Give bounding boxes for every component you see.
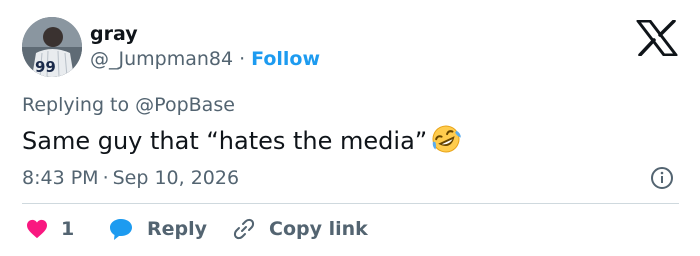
reply-context: Replying to @PopBase <box>22 93 235 117</box>
avatar-jersey-number: 99 <box>35 58 56 76</box>
info-icon[interactable] <box>650 166 674 190</box>
tweet-card: 99 gray @_Jumpman84 · Follow Replying to @… <box>0 0 700 256</box>
replying-to-label: Replying to <box>22 94 130 116</box>
rolling-on-floor-laughing-icon <box>429 124 463 162</box>
timestamp[interactable]: 8:43 PM · Sep 10, 2026 <box>22 166 239 190</box>
x-logo-icon[interactable] <box>636 20 678 56</box>
tweet-time: 8:43 PM <box>22 167 99 189</box>
avatar-image: 99 <box>22 17 82 77</box>
heart-icon <box>27 219 47 239</box>
follow-button[interactable]: Follow <box>251 48 320 70</box>
link-icon <box>233 218 255 240</box>
display-name[interactable]: gray <box>90 22 138 46</box>
tweet-text: Same guy that “hates the media” <box>22 124 463 162</box>
divider <box>22 203 679 204</box>
like-button[interactable]: 1 <box>26 216 74 242</box>
user-handle[interactable]: @_Jumpman84 <box>90 48 233 70</box>
handle-separator: · <box>239 48 246 70</box>
time-separator: · <box>102 167 109 189</box>
reply-label: Reply <box>147 218 208 240</box>
speech-bubble-icon <box>110 219 132 240</box>
avatar[interactable]: 99 <box>22 17 82 77</box>
reply-mention-link[interactable]: @PopBase <box>135 94 235 116</box>
handle-row: @_Jumpman84 · Follow <box>90 47 320 71</box>
copy-link-label: Copy link <box>269 218 368 240</box>
tweet-date: Sep 10, 2026 <box>112 167 240 189</box>
copy-link-button[interactable]: Copy link <box>232 216 368 242</box>
reply-button[interactable]: Reply <box>108 216 207 242</box>
like-count: 1 <box>61 218 75 240</box>
tweet-body: Same guy that “hates the media” <box>22 127 428 155</box>
